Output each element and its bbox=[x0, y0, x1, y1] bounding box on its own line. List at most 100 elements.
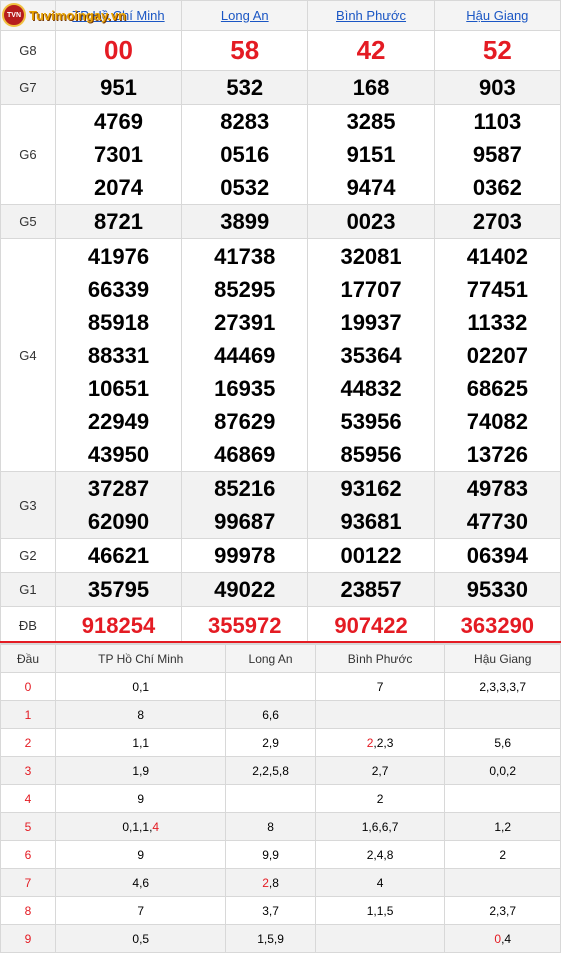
logo-text: Tuvimoingay.vn bbox=[29, 7, 127, 23]
tail-digits-cell bbox=[314, 700, 446, 729]
prize-number: 74082 bbox=[466, 408, 528, 434]
prize-number: 93162 bbox=[340, 476, 402, 501]
prize-label: G1 bbox=[0, 572, 56, 607]
tail-digits-cell: 9,9 bbox=[225, 840, 316, 869]
head-digit: 0 bbox=[0, 672, 56, 701]
tail-digits: 2 bbox=[376, 791, 384, 806]
prize-cell: 42 bbox=[307, 30, 435, 71]
prize-row: G7 951 532 168 903 bbox=[0, 70, 561, 105]
prize-cell: 355972 bbox=[181, 606, 309, 644]
prize-number: 3899 bbox=[220, 209, 270, 234]
heads-row: 5 0,1,1,4 8 1,6,6,7 1,2 bbox=[0, 812, 561, 841]
tail-digits-cell: 2,9 bbox=[225, 728, 316, 757]
tail-digits: 1,2 bbox=[494, 819, 512, 834]
head-digit: 6 bbox=[0, 840, 56, 869]
prize-number: 907422 bbox=[334, 612, 408, 638]
prize-cell: 06394 bbox=[433, 538, 561, 573]
prize-row: G2 46621 99978 00122 06394 bbox=[0, 538, 561, 573]
prize-label: G6 bbox=[0, 104, 56, 205]
prize-number: 35795 bbox=[87, 577, 150, 602]
tail-digits-cell: 4,6 bbox=[54, 868, 227, 897]
heads-row: 7 4,6 2,8 4 bbox=[0, 868, 561, 897]
heads-table: Đầu TP Hồ Chí Minh Long An Bình Phước Hậ… bbox=[0, 644, 561, 953]
tail-digits: 9 bbox=[137, 791, 145, 806]
tail-digits: 1,9 bbox=[132, 763, 150, 778]
tail-digits: 1,6,6,7 bbox=[361, 819, 399, 834]
head-digit: 4 bbox=[0, 784, 56, 813]
tail-digits: 9,9 bbox=[262, 847, 279, 862]
tail-digits: 6,6 bbox=[262, 707, 279, 722]
head-digit: 5 bbox=[0, 812, 56, 841]
prize-cell: 95330 bbox=[433, 572, 561, 607]
heads-row: 8 7 3,7 1,1,5 2,3,7 bbox=[0, 896, 561, 925]
prize-cell: 532 bbox=[181, 70, 309, 105]
prize-row: ĐB 918254 355972 907422 363290 bbox=[0, 606, 561, 644]
tail-digits-cell: 0,5 bbox=[54, 924, 227, 953]
prize-cell: 35795 bbox=[54, 572, 183, 607]
prize-number: 46621 bbox=[87, 543, 150, 568]
tail-digits: 2 bbox=[499, 847, 507, 862]
prize-row: G1 35795 49022 23857 95330 bbox=[0, 572, 561, 607]
prize-number: 46869 bbox=[214, 441, 276, 467]
prize-number: 2703 bbox=[472, 209, 522, 234]
prize-number: 85918 bbox=[87, 309, 150, 335]
heads-title: Đầu bbox=[0, 644, 56, 673]
prize-cell: 41976 66339 85918 88331 10651 22949 43950 bbox=[54, 238, 183, 472]
prize-number: 88331 bbox=[87, 342, 150, 368]
prize-cell: 168 bbox=[307, 70, 435, 105]
prize-number: 19937 bbox=[340, 309, 402, 335]
prize-number: 17707 bbox=[340, 276, 402, 302]
prize-number: 3285 bbox=[346, 109, 396, 134]
tail-digits: 8 bbox=[267, 819, 274, 834]
head-digit: 2 bbox=[0, 728, 56, 757]
tail-digits-cell: 1,1 bbox=[54, 728, 227, 757]
prize-cell: 41738 85295 27391 44469 16935 87629 46869 bbox=[181, 238, 309, 472]
tail-digits-cell: 8 bbox=[54, 700, 227, 729]
prize-number: 1103 bbox=[473, 109, 522, 134]
logo-mark-icon: TVN bbox=[2, 3, 26, 27]
prize-cell: 46621 bbox=[54, 538, 183, 573]
prize-number: 903 bbox=[478, 75, 516, 100]
tail-digits: 2,4,8 bbox=[366, 847, 394, 862]
tail-digits-cell: 2,7 bbox=[314, 756, 446, 785]
prize-number: 66339 bbox=[87, 276, 150, 302]
tail-digits-cell: 4 bbox=[314, 868, 446, 897]
tail-digits-cell: 9 bbox=[54, 840, 227, 869]
prize-cell: 907422 bbox=[307, 606, 435, 644]
head-digit: 9 bbox=[0, 924, 56, 953]
tail-digits-cell bbox=[444, 700, 561, 729]
prize-row: G3 37287 62090 85216 99687 93162 93681 49783 477… bbox=[0, 471, 561, 539]
tail-digits-cell: 0,1,1,4 bbox=[54, 812, 227, 841]
prize-cell: 4769 7301 2074 bbox=[54, 104, 183, 205]
tail-digits-cell: 1,1,5 bbox=[314, 896, 446, 925]
prize-number: 41738 bbox=[214, 243, 276, 269]
prize-number: 99687 bbox=[214, 509, 276, 534]
tail-digits-cell: 7 bbox=[314, 672, 446, 701]
heads-row: 4 9 2 bbox=[0, 784, 561, 813]
prize-cell: 00 bbox=[54, 30, 183, 71]
prize-number: 49783 bbox=[466, 476, 528, 501]
lottery-results-table: TP Hồ Chí Minh Long An Bình Phước Hậu Gi… bbox=[0, 0, 561, 644]
prize-cell: 8283 0516 0532 bbox=[181, 104, 309, 205]
province-link[interactable]: Bình Phước bbox=[336, 8, 406, 23]
site-logo[interactable]: TVN Tuvimoingay.vn bbox=[2, 2, 126, 28]
tail-digits: 2,3,3,3,7 bbox=[479, 679, 527, 694]
province-link[interactable]: Long An bbox=[221, 8, 269, 23]
prize-label: G7 bbox=[0, 70, 56, 105]
prize-number: 27391 bbox=[214, 309, 276, 335]
prize-number: 93681 bbox=[340, 509, 402, 534]
tail-digits: 0,1 bbox=[132, 679, 150, 694]
prize-number: 8283 bbox=[220, 109, 270, 134]
prize-number: 918254 bbox=[81, 612, 156, 638]
prize-number: 7301 bbox=[94, 142, 143, 167]
province-link[interactable]: Hậu Giang bbox=[466, 8, 528, 23]
tail-digits: 2,2,5,8 bbox=[252, 763, 289, 778]
prize-label: G2 bbox=[0, 538, 56, 573]
tail-digits-cell bbox=[444, 784, 561, 813]
prize-number: 02207 bbox=[466, 342, 528, 368]
prize-number: 13726 bbox=[466, 441, 528, 467]
prize-number: 16935 bbox=[214, 375, 276, 401]
tail-digits-cell: 0,4 bbox=[444, 924, 561, 953]
province-header: Bình Phước bbox=[307, 0, 435, 31]
tail-digits-cell: 2,4,8 bbox=[314, 840, 446, 869]
